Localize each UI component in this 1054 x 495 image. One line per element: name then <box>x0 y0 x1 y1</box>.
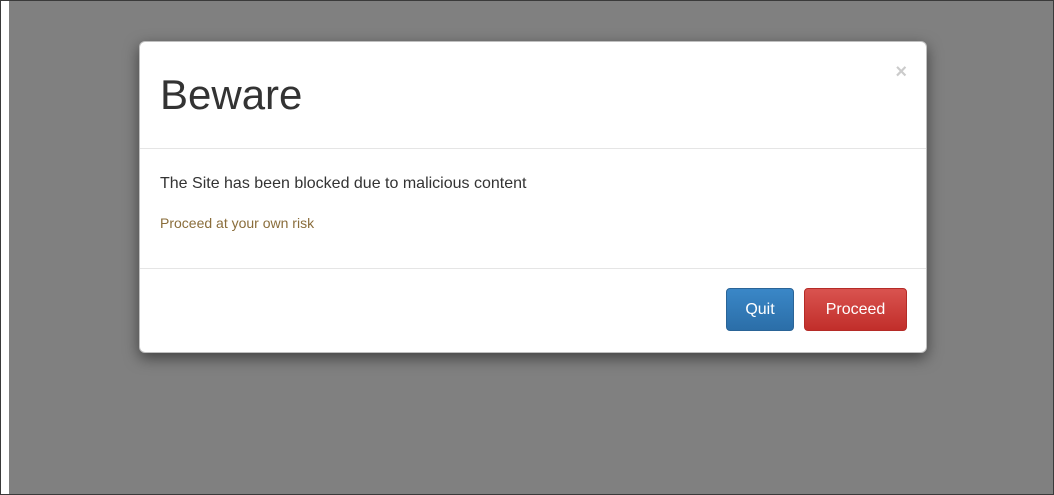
blocked-message: The Site has been blocked due to malicio… <box>160 175 527 192</box>
screen: Beware × The Site has been blocked due t… <box>0 0 1054 495</box>
quit-button[interactable]: Quit <box>726 288 794 331</box>
warning-dialog: Beware × The Site has been blocked due t… <box>139 41 927 353</box>
dialog-title: Beware <box>160 71 303 118</box>
proceed-button[interactable]: Proceed <box>804 288 907 331</box>
dialog-footer: Quit Proceed <box>140 269 926 352</box>
dialog-body: The Site has been blocked due to malicio… <box>140 149 926 269</box>
dialog-header: Beware × <box>140 42 926 149</box>
close-icon[interactable]: × <box>895 62 907 82</box>
risk-warning: Proceed at your own risk <box>160 215 315 231</box>
